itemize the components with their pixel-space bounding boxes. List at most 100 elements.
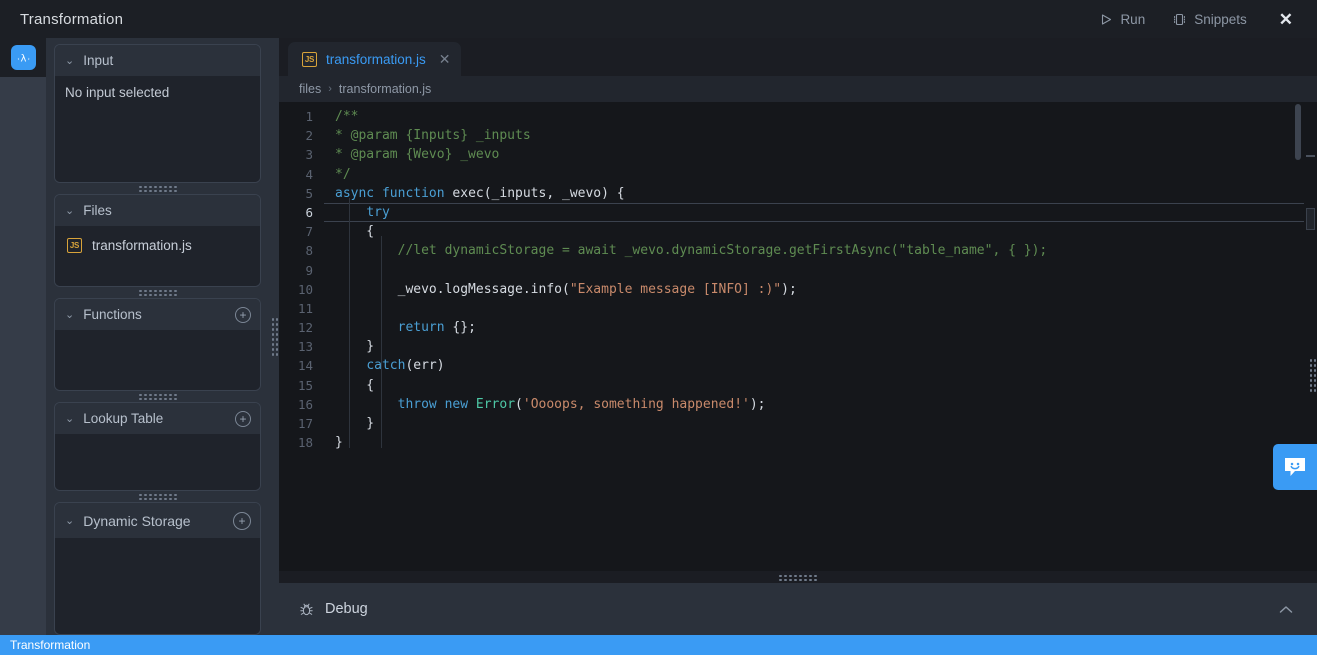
file-item-label: transformation.js <box>92 238 192 253</box>
line-number: 16 <box>297 396 313 412</box>
editor-debug-splitter[interactable] <box>279 571 1317 583</box>
chat-widget-button[interactable] <box>1273 444 1317 490</box>
chevron-down-icon: ⌄ <box>65 515 75 527</box>
breadcrumb-root[interactable]: files <box>299 82 321 96</box>
snippets-button[interactable]: Snippets <box>1161 6 1259 33</box>
line-number: 8 <box>305 243 313 259</box>
line-number: 17 <box>297 416 313 431</box>
code-line[interactable]: * @param {Wevo} _wevo <box>324 145 1317 164</box>
line-number: 1 <box>305 109 313 124</box>
chevron-down-icon: ⌄ <box>65 413 75 425</box>
chevron-down-icon: ⌄ <box>65 205 75 217</box>
snippets-icon <box>1173 13 1186 26</box>
code-line[interactable]: catch(err) <box>324 356 1317 375</box>
code-line[interactable]: } <box>324 433 1317 452</box>
chat-smiley-icon <box>1283 456 1307 479</box>
panel-lookup-table-body <box>55 434 260 490</box>
input-empty-text: No input selected <box>65 85 170 100</box>
chevron-down-icon: ⌄ <box>65 309 75 321</box>
right-edge-drag-handle[interactable] <box>1309 358 1316 394</box>
panel-functions-header[interactable]: ⌄ Functions + <box>55 299 260 330</box>
activity-rail: λ ‹ › <box>0 38 46 635</box>
line-number-gutter: 1 2 3 4 5 6 7 8 9 10 11 12 13 14 15 16 17 18 <box>279 102 324 571</box>
code-line[interactable]: async function exec(_inputs, _wevo) { <box>324 184 1317 203</box>
splitter-input-files[interactable] <box>54 183 261 194</box>
window-title: Transformation <box>20 10 124 28</box>
code-line[interactable]: } <box>324 414 1317 433</box>
overview-ruler <box>1304 102 1317 571</box>
file-item-transformation-js[interactable]: JS transformation.js <box>65 235 250 256</box>
run-button[interactable]: Run <box>1089 6 1157 33</box>
snippets-label: Snippets <box>1194 11 1247 27</box>
scrollbar-thumb[interactable] <box>1295 104 1301 160</box>
editor-column: JS transformation.js ✕ files › transform… <box>279 38 1317 635</box>
drag-dots-icon <box>137 289 178 296</box>
code-line[interactable]: /** <box>324 107 1317 126</box>
drag-dots-icon <box>137 493 178 500</box>
title-bar: Transformation Run Snippets ✕ <box>0 0 1317 38</box>
bug-icon <box>299 602 314 617</box>
code-line[interactable]: */ <box>324 165 1317 184</box>
code-line[interactable]: _wevo.logMessage.info("Example message [… <box>324 280 1317 299</box>
panel-lookup-table-title: Lookup Table <box>83 411 164 426</box>
breadcrumb-leaf[interactable]: transformation.js <box>339 82 431 96</box>
panel-files-header[interactable]: ⌄ Files <box>55 195 260 226</box>
add-dynamic-storage-button[interactable]: + <box>233 511 251 530</box>
line-number: 7 <box>305 224 313 240</box>
play-icon <box>1101 13 1112 25</box>
js-file-icon: JS <box>302 51 317 67</box>
add-function-button[interactable]: + <box>235 306 251 323</box>
debug-panel-header[interactable]: Debug <box>279 583 1317 635</box>
line-number: 9 <box>305 262 313 278</box>
sidebar-editor-splitter[interactable] <box>269 38 279 635</box>
tab-close-icon[interactable]: ✕ <box>439 51 451 68</box>
splitter-files-functions[interactable] <box>54 287 261 298</box>
code-line[interactable]: { <box>324 376 1317 395</box>
code-line[interactable]: throw new Error('Oooops, something happe… <box>324 395 1317 414</box>
line-number: 13 <box>297 339 313 355</box>
splitter-functions-lookup[interactable] <box>54 391 261 402</box>
svg-text:λ: λ <box>20 54 26 65</box>
svg-text:›: › <box>27 56 29 62</box>
title-bar-actions: Run Snippets ✕ <box>1089 5 1303 34</box>
panel-input-body: No input selected <box>55 76 260 182</box>
code-line[interactable]: //let dynamicStorage = await _wevo.dynam… <box>324 241 1317 260</box>
add-lookup-table-button[interactable]: + <box>235 410 251 427</box>
code-line[interactable]: { <box>324 222 1317 241</box>
code-line[interactable]: * @param {Inputs} _inputs <box>324 126 1317 145</box>
panel-functions-body <box>55 330 260 390</box>
code-line[interactable] <box>324 261 1317 280</box>
line-number: 11 <box>297 300 313 316</box>
overview-mark <box>1306 155 1315 157</box>
js-file-icon: JS <box>67 238 82 253</box>
panel-dynamic-storage-body <box>55 538 260 634</box>
drag-dots-icon <box>778 573 818 581</box>
splitter-lookup-dynamic[interactable] <box>54 491 261 502</box>
code-line[interactable] <box>324 299 1317 318</box>
panel-input-header[interactable]: ⌄ Input <box>55 45 260 76</box>
code-line[interactable]: return {}; <box>324 318 1317 337</box>
code-content[interactable]: /** * @param {Inputs} _inputs * @param {We… <box>324 102 1317 571</box>
code-line[interactable]: } <box>324 337 1317 356</box>
close-icon[interactable]: ✕ <box>1269 5 1303 34</box>
line-number: 12 <box>297 320 313 336</box>
line-number: 6 <box>305 204 313 220</box>
drag-dots-icon <box>137 185 178 192</box>
panel-lookup-table-header[interactable]: ⌄ Lookup Table + <box>55 403 260 434</box>
indent-guide <box>349 198 350 448</box>
line-number: 3 <box>305 147 313 163</box>
code-line[interactable]: try <box>324 202 1317 223</box>
status-bar: Transformation <box>0 635 1317 655</box>
line-number: 4 <box>305 166 313 182</box>
svg-text:‹: ‹ <box>17 56 19 62</box>
transformation-editor-window: Transformation Run Snippets ✕ λ ‹ › ⌄ In… <box>0 0 1317 655</box>
panel-dynamic-storage: ⌄ Dynamic Storage + <box>54 502 261 635</box>
tab-transformation-js[interactable]: JS transformation.js ✕ <box>288 42 461 76</box>
code-editor[interactable]: 1 2 3 4 5 6 7 8 9 10 11 12 13 14 15 16 17 18 /** * @param … <box>279 102 1317 571</box>
chevron-up-icon[interactable] <box>1271 601 1301 618</box>
sidebar: ⌄ Input No input selected ⌄ Files JS tra… <box>46 38 269 635</box>
line-number: 15 <box>297 377 313 393</box>
panel-dynamic-storage-header[interactable]: ⌄ Dynamic Storage + <box>55 503 260 538</box>
editor-vertical-scrollbar[interactable] <box>1292 102 1304 571</box>
lambda-icon[interactable]: λ ‹ › <box>10 45 36 70</box>
